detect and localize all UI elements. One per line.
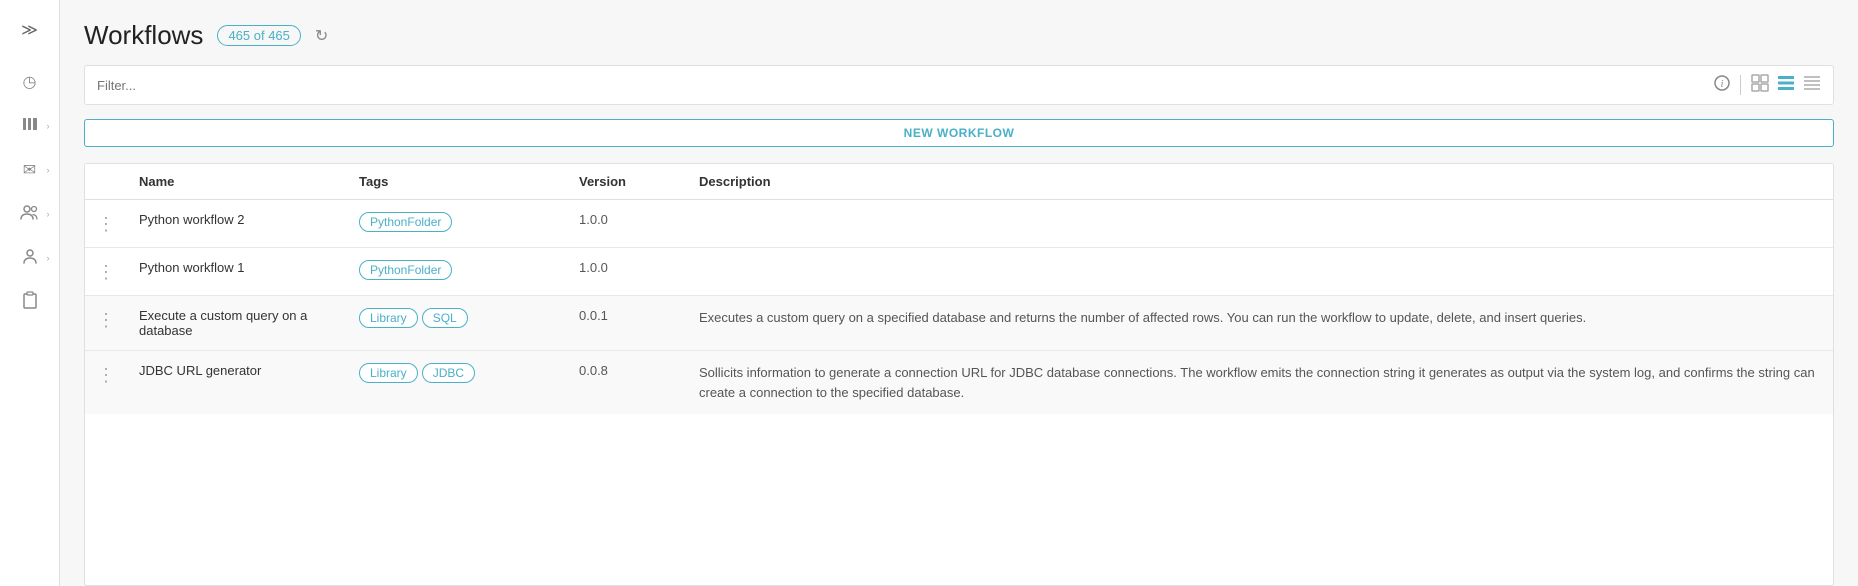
filter-divider <box>1740 75 1741 95</box>
row-tags: LibrarySQL <box>347 296 567 351</box>
chevron-icon: › <box>47 253 50 263</box>
row-menu-button[interactable]: ⋮ <box>97 308 115 331</box>
col-header-menu <box>85 164 127 200</box>
col-header-tags: Tags <box>347 164 567 200</box>
page-title: Workflows <box>84 20 203 51</box>
sidebar-item-clipboard[interactable] <box>12 284 48 320</box>
row-version: 0.0.8 <box>567 351 687 415</box>
main-content: Workflows 465 of 465 ↻ i <box>60 0 1858 586</box>
table-row: ⋮JDBC URL generatorLibraryJDBC0.0.8Solli… <box>85 351 1833 415</box>
row-tags: PythonFolder <box>347 248 567 296</box>
view-toggle-group <box>1751 74 1821 96</box>
tag-badge[interactable]: PythonFolder <box>359 260 452 280</box>
table-row: ⋮Execute a custom query on a databaseLib… <box>85 296 1833 351</box>
page-header: Workflows 465 of 465 ↻ <box>84 20 1834 51</box>
count-badge: 465 of 465 <box>217 25 300 46</box>
tag-badge[interactable]: JDBC <box>422 363 475 383</box>
row-tags: PythonFolder <box>347 200 567 248</box>
sidebar-item-dashboard[interactable]: ◷ <box>12 64 48 100</box>
chevron-icon: › <box>47 209 50 219</box>
library-icon <box>21 115 39 138</box>
table-header-row: Name Tags Version Description <box>85 164 1833 200</box>
row-menu-button[interactable]: ⋮ <box>97 260 115 283</box>
table-row: ⋮ Python workflow 1 PythonFolder 1.0.0 <box>85 248 1833 296</box>
filter-bar: i <box>84 65 1834 105</box>
row-version: 1.0.0 <box>567 200 687 248</box>
tag-badge[interactable]: SQL <box>422 308 468 328</box>
sidebar-toggle[interactable]: ≫ <box>12 12 48 48</box>
row-name: JDBC URL generator <box>127 351 347 415</box>
svg-text:i: i <box>1721 79 1724 90</box>
compact-list-icon[interactable] <box>1803 74 1821 96</box>
col-header-version: Version <box>567 164 687 200</box>
col-header-description: Description <box>687 164 1833 200</box>
row-name: Execute a custom query on a database <box>127 296 347 351</box>
sidebar: ≫ ◷ › ✉ › › <box>0 0 60 586</box>
tag-badge[interactable]: Library <box>359 363 418 383</box>
row-tags: LibraryJDBC <box>347 351 567 415</box>
users-group-icon <box>20 203 40 226</box>
row-description <box>687 248 1833 296</box>
col-header-name: Name <box>127 164 347 200</box>
row-description: Sollicits information to generate a conn… <box>687 351 1833 415</box>
chevron-icon: › <box>47 165 50 175</box>
sidebar-item-library[interactable]: › <box>12 108 48 144</box>
row-description <box>687 200 1833 248</box>
row-version: 0.0.1 <box>567 296 687 351</box>
tag-badge[interactable]: Library <box>359 308 418 328</box>
filter-input[interactable] <box>97 78 1714 93</box>
chevron-icon: › <box>47 121 50 131</box>
row-menu-button[interactable]: ⋮ <box>97 212 115 235</box>
row-menu-button[interactable]: ⋮ <box>97 363 115 386</box>
collapse-icon: ≫ <box>21 20 38 40</box>
list-view-icon[interactable] <box>1777 74 1795 96</box>
sidebar-item-messages[interactable]: ✉ › <box>12 152 48 188</box>
dashboard-icon: ◷ <box>23 72 37 92</box>
clipboard-icon <box>22 291 38 314</box>
tag-badge[interactable]: PythonFolder <box>359 212 452 232</box>
info-icon[interactable]: i <box>1714 75 1730 95</box>
sidebar-item-user[interactable]: › <box>12 240 48 276</box>
refresh-icon[interactable]: ↻ <box>315 26 328 46</box>
new-workflow-button[interactable]: NEW WORKFLOW <box>84 119 1834 147</box>
row-description: Executes a custom query on a specified d… <box>687 296 1833 351</box>
workflows-table: Name Tags Version Description ⋮ Python wo… <box>85 164 1833 414</box>
grid-view-icon[interactable] <box>1751 74 1769 96</box>
row-name: Python workflow 2 <box>127 200 347 248</box>
table-row: ⋮ Python workflow 2 PythonFolder 1.0.0 <box>85 200 1833 248</box>
messages-icon: ✉ <box>23 160 36 180</box>
workflows-table-container: Name Tags Version Description ⋮ Python wo… <box>84 163 1834 586</box>
row-version: 1.0.0 <box>567 248 687 296</box>
row-name: Python workflow 1 <box>127 248 347 296</box>
user-icon <box>21 247 39 270</box>
sidebar-item-users-group[interactable]: › <box>12 196 48 232</box>
